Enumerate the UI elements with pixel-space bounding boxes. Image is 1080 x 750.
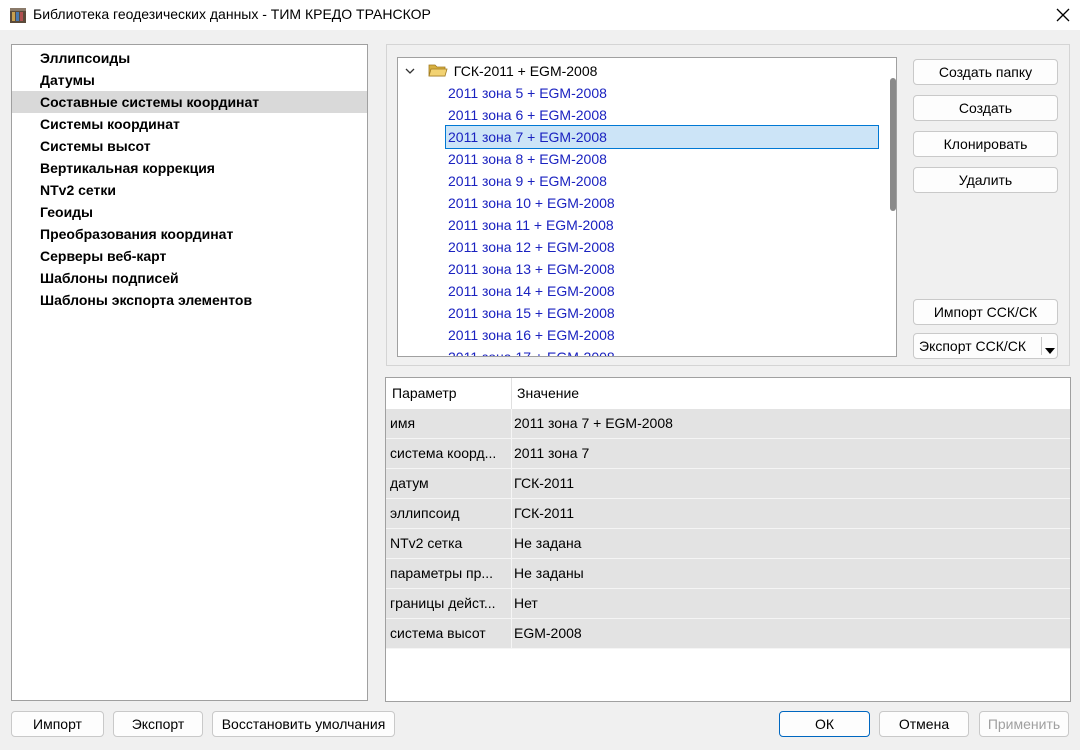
category-item-export-templates[interactable]: Шаблоны экспорта элементов: [12, 289, 367, 311]
table-row[interactable]: датум ГСК-2011: [386, 469, 1070, 499]
property-key: датум: [390, 475, 429, 491]
tree-item[interactable]: 2011 зона 9 + EGM-2008: [448, 170, 607, 192]
chevron-down-icon[interactable]: [404, 61, 418, 83]
export-csk-button[interactable]: Экспорт ССК/СК: [913, 333, 1058, 359]
tree-root-label: ГСК-2011 + EGM-2008: [453, 63, 598, 79]
property-key: система коорд...: [390, 445, 497, 461]
cancel-button[interactable]: Отмена: [879, 711, 969, 737]
tree-item-selected[interactable]: 2011 зона 7 + EGM-2008: [445, 125, 879, 149]
close-icon[interactable]: [1046, 0, 1080, 30]
window-title: Библиотека геодезических данных - ТИМ КР…: [33, 6, 431, 22]
dropdown-divider: [1041, 337, 1042, 355]
category-item-height-systems[interactable]: Системы высот: [12, 135, 367, 157]
tree-item[interactable]: 2011 зона 12 + EGM-2008: [448, 236, 615, 258]
category-list: Эллипсоиды Датумы Составные системы коор…: [11, 44, 368, 701]
import-csk-button[interactable]: Импорт ССК/СК: [913, 299, 1058, 325]
tree-item[interactable]: 2011 зона 15 + EGM-2008: [448, 302, 615, 324]
property-value: Не заданы: [514, 565, 584, 581]
category-item-geoids[interactable]: Геоиды: [12, 201, 367, 223]
ok-button[interactable]: ОК: [779, 711, 870, 737]
property-key: система высот: [390, 625, 486, 641]
table-row[interactable]: система высот EGM-2008: [386, 619, 1070, 649]
header-param[interactable]: Параметр: [392, 385, 457, 401]
table-row[interactable]: NTv2 сетка Не задана: [386, 529, 1070, 559]
clone-button[interactable]: Клонировать: [913, 131, 1058, 157]
tree-item[interactable]: 2011 зона 5 + EGM-2008: [448, 82, 607, 104]
tree-scrollbar[interactable]: [890, 78, 896, 211]
tree-item[interactable]: 2011 зона 6 + EGM-2008: [448, 104, 607, 126]
property-key: параметры пр...: [390, 565, 494, 581]
column-divider[interactable]: [511, 378, 512, 409]
restore-defaults-button[interactable]: Восстановить умолчания: [212, 711, 395, 737]
category-item-ellipsoids[interactable]: Эллипсоиды: [12, 47, 367, 69]
category-item-ntv2-grids[interactable]: NTv2 сетки: [12, 179, 367, 201]
category-item-transformations[interactable]: Преобразования координат: [12, 223, 367, 245]
category-item-datums[interactable]: Датумы: [12, 69, 367, 91]
tree-item[interactable]: 2011 зона 13 + EGM-2008: [448, 258, 615, 280]
create-folder-button[interactable]: Создать папку: [913, 59, 1058, 85]
tree-item[interactable]: 2011 зона 11 + EGM-2008: [448, 214, 614, 236]
crs-tree[interactable]: ГСК-2011 + EGM-2008 2011 зона 5 + EGM-20…: [397, 57, 897, 357]
tree-item[interactable]: 2011 зона 10 + EGM-2008: [448, 192, 615, 214]
header-value[interactable]: Значение: [517, 385, 579, 401]
property-value: ГСК-2011: [514, 505, 574, 521]
export-button[interactable]: Экспорт: [113, 711, 203, 737]
apply-button[interactable]: Применить: [979, 711, 1069, 737]
properties-table: Параметр Значение имя 2011 зона 7 + EGM-…: [385, 377, 1071, 702]
category-item-label-templates[interactable]: Шаблоны подписей: [12, 267, 367, 289]
title-bar: Библиотека геодезических данных - ТИМ КР…: [0, 0, 1080, 30]
category-item-vertical-correction[interactable]: Вертикальная коррекция: [12, 157, 367, 179]
property-value: 2011 зона 7: [514, 445, 590, 461]
property-key: имя: [390, 415, 416, 431]
tree-root-row[interactable]: ГСК-2011 + EGM-2008: [404, 60, 597, 82]
tree-item[interactable]: 2011 зона 16 + EGM-2008: [448, 324, 615, 346]
table-row[interactable]: параметры пр... Не заданы: [386, 559, 1070, 589]
delete-button[interactable]: Удалить: [913, 167, 1058, 193]
property-value: 2011 зона 7 + EGM-2008: [514, 415, 673, 431]
app-icon: [9, 6, 27, 24]
property-key: границы дейст...: [390, 595, 496, 611]
tree-item[interactable]: 2011 зона 14 + EGM-2008: [448, 280, 615, 302]
caret-down-icon[interactable]: [1045, 342, 1055, 358]
property-value: Нет: [514, 595, 538, 611]
table-row[interactable]: имя 2011 зона 7 + EGM-2008: [386, 409, 1070, 439]
category-item-compound-crs[interactable]: Составные системы координат: [12, 91, 367, 113]
folder-open-icon: [428, 61, 450, 83]
category-item-crs[interactable]: Системы координат: [12, 113, 367, 135]
properties-header: Параметр Значение: [386, 378, 1070, 409]
table-row[interactable]: границы дейст... Нет: [386, 589, 1070, 619]
table-row[interactable]: эллипсоид ГСК-2011: [386, 499, 1070, 529]
category-item-web-map-servers[interactable]: Серверы веб-карт: [12, 245, 367, 267]
import-button[interactable]: Импорт: [11, 711, 104, 737]
property-key: эллипсоид: [390, 505, 460, 521]
create-button[interactable]: Создать: [913, 95, 1058, 121]
property-key: NTv2 сетка: [390, 535, 463, 551]
property-value: ГСК-2011: [514, 475, 574, 491]
export-csk-label: Экспорт ССК/СК: [919, 338, 1027, 354]
property-value: Не задана: [514, 535, 582, 551]
tree-item[interactable]: 2011 зона 8 + EGM-2008: [448, 148, 607, 170]
table-row[interactable]: система коорд... 2011 зона 7: [386, 439, 1070, 469]
tree-item[interactable]: 2011 зона 17 + EGM-2008: [448, 346, 615, 356]
property-value: EGM-2008: [514, 625, 582, 641]
